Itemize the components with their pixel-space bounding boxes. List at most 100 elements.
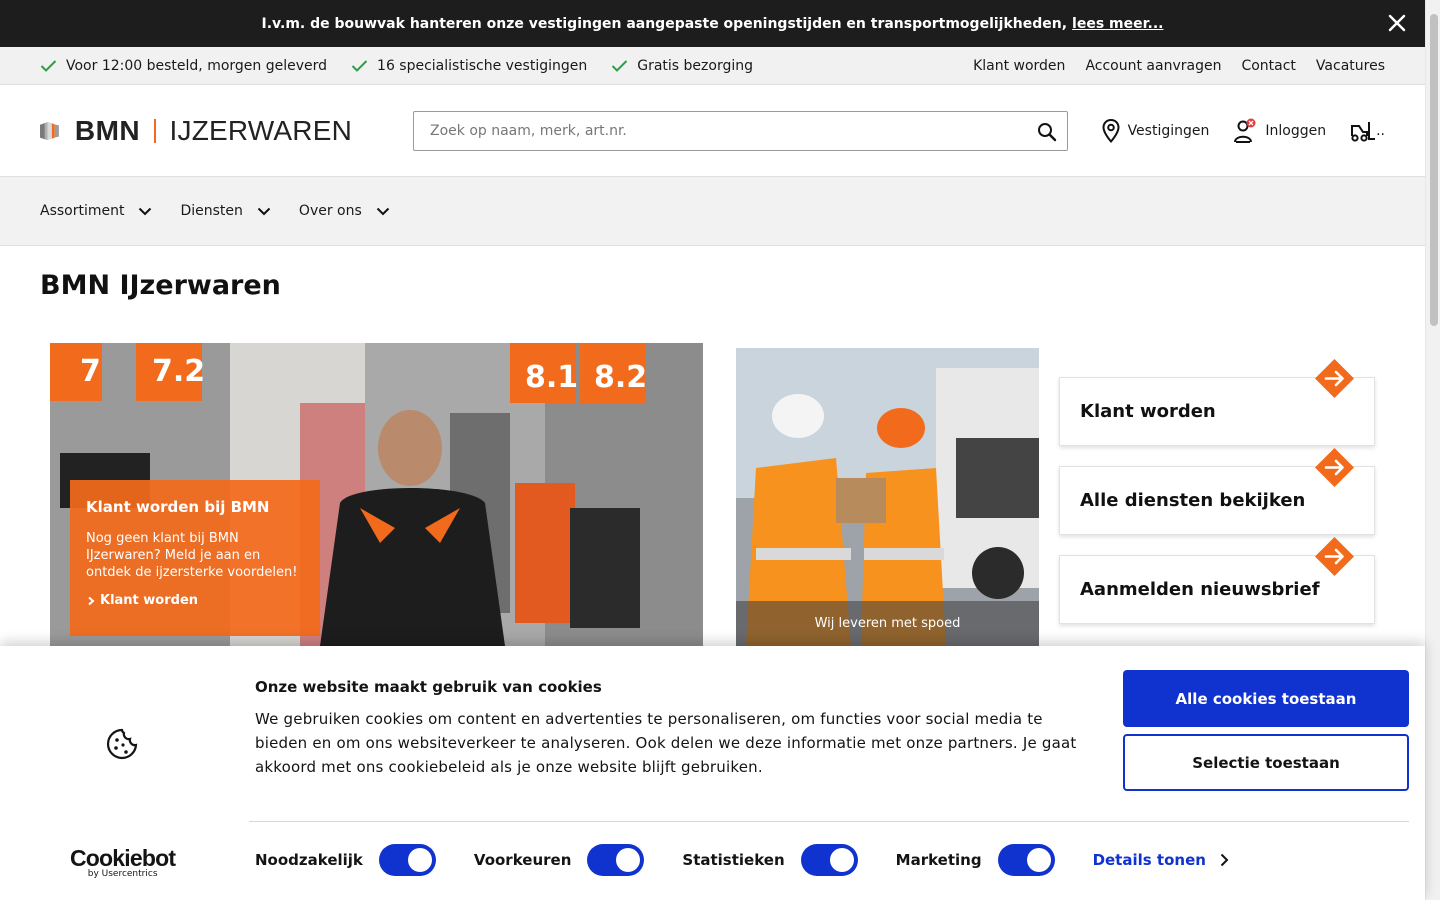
logo[interactable]: BMN IJZERWAREN <box>40 105 352 157</box>
card-klant-worden[interactable]: Klant worden <box>1059 359 1375 446</box>
chevron-right-icon <box>88 596 95 605</box>
toggle-marketing: Marketing <box>896 844 1055 876</box>
link-contact[interactable]: Contact <box>1241 58 1295 74</box>
usp-item: Voor 12:00 besteld, morgen geleverd <box>40 58 327 74</box>
nav-label: Assortiment <box>40 203 125 219</box>
main-navigation: Assortiment Diensten Over ons <box>0 176 1425 246</box>
toggle-switch[interactable] <box>997 844 1055 876</box>
allow-all-cookies-button[interactable]: Alle cookies toestaan <box>1123 670 1409 727</box>
header-actions: Vestigingen Inloggen .. <box>1102 118 1385 144</box>
toggle-label: Statistieken <box>682 851 785 869</box>
details-label: Details tonen <box>1092 851 1206 869</box>
usp-item: 16 specialistische vestigingen <box>351 58 587 74</box>
scrollbar-thumb[interactable] <box>1430 14 1438 326</box>
toggle-switch[interactable] <box>800 844 858 876</box>
logo-bmn-text: BMN <box>74 114 141 146</box>
announcement-text: I.v.m. de bouwvak hanteren onze vestigin… <box>261 15 1068 32</box>
card-alle-diensten[interactable]: Alle diensten bekijken <box>1059 448 1375 535</box>
cookie-divider <box>249 821 1409 822</box>
scrollbar[interactable] <box>1425 0 1440 900</box>
cookie-banner: Onze website maakt gebruik van cookies W… <box>0 646 1425 900</box>
arrow-right-icon <box>1315 359 1354 398</box>
chevron-down-icon <box>139 207 152 215</box>
cookie-icon <box>106 728 138 760</box>
shelf-label: 7.2 <box>152 354 205 389</box>
link-account-aanvragen[interactable]: Account aanvragen <box>1085 58 1221 74</box>
toggle-knob <box>407 848 432 872</box>
toggle-switch[interactable] <box>378 844 436 876</box>
link-klant-worden[interactable]: Klant worden <box>973 58 1065 74</box>
site-header: BMN IJZERWAREN Vestigingen Inloggen .. <box>0 85 1425 176</box>
search-input[interactable] <box>430 122 1051 139</box>
promo-box: Klant worden bij BMN Nog geen klant bij … <box>70 480 320 636</box>
promo-link-label: Klant worden <box>100 593 199 608</box>
photo-caption: Wij leveren met spoed <box>736 601 1039 646</box>
promo-title: Klant worden bij BMN <box>86 498 270 516</box>
card-label: Klant worden <box>1080 401 1216 422</box>
announcement-read-more-link[interactable]: lees meer... <box>1072 16 1163 32</box>
check-icon <box>40 59 57 72</box>
close-icon[interactable] <box>1386 12 1408 34</box>
allow-selection-button[interactable]: Selectie toestaan <box>1123 734 1409 791</box>
chevron-right-icon <box>1220 853 1229 867</box>
logo-mark-icon <box>40 121 59 140</box>
arrow-right-icon <box>1315 537 1354 576</box>
login-link[interactable]: Inloggen <box>1233 118 1326 144</box>
toggle-label: Voorkeuren <box>473 851 572 869</box>
details-toggle-link[interactable]: Details tonen <box>1093 851 1229 869</box>
top-links: Klant worden Account aanvragen Contact V… <box>953 58 1385 74</box>
arrow-right-icon <box>1315 448 1354 487</box>
cookiebot-brand: Cookiebot <box>70 845 176 871</box>
nav-label: Diensten <box>180 203 243 219</box>
card-label: Alle diensten bekijken <box>1080 490 1306 511</box>
login-label: Inloggen <box>1265 122 1327 139</box>
usp-label: 16 specialistische vestigingen <box>377 57 588 74</box>
stores-label: Vestigingen <box>1127 122 1210 139</box>
delivery-photo-card[interactable]: Wij leveren met spoed <box>736 348 1039 646</box>
search-icon[interactable] <box>1037 122 1057 142</box>
announcement-bar: I.v.m. de bouwvak hanteren onze vestigin… <box>0 0 1425 47</box>
promo-link[interactable]: Klant worden <box>86 593 304 608</box>
toggle-voorkeuren: Voorkeuren <box>473 844 645 876</box>
usp-bar: Voor 12:00 besteld, morgen geleverd 16 s… <box>0 47 1425 85</box>
chevron-down-icon <box>376 207 389 215</box>
hero-banner[interactable]: 7 7.2 8.1 8.2 Klant worden bij BMN Nog g… <box>50 343 703 646</box>
logo-divider <box>154 118 156 143</box>
toggle-switch[interactable] <box>587 844 645 876</box>
location-pin-icon <box>1102 118 1120 143</box>
toggle-label: Noodzakelijk <box>255 851 363 869</box>
promo-text: Nog geen klant bij BMN IJzerwaren? Meld … <box>86 531 298 580</box>
card-label: Aanmelden nieuwsbrief <box>1080 579 1320 600</box>
shelf-label: 8.2 <box>594 360 647 395</box>
page-title: BMN IJzerwaren <box>40 270 281 301</box>
cart-button[interactable]: .. <box>1350 120 1385 142</box>
cart-label: .. <box>1376 122 1385 139</box>
cookiebot-logo[interactable]: Cookiebot by Usercentrics <box>70 845 176 879</box>
toggle-knob <box>829 848 854 872</box>
toggle-knob <box>616 848 641 872</box>
toggle-noodzakelijk: Noodzakelijk <box>255 844 436 876</box>
user-icon <box>1234 118 1256 143</box>
forklift-cart-icon <box>1351 121 1376 142</box>
search-box <box>413 110 1068 151</box>
cookie-title: Onze website maakt gebruik van cookies <box>255 678 602 696</box>
nav-assortiment[interactable]: Assortiment <box>40 203 152 219</box>
cookie-toggles: Noodzakelijk Voorkeuren Statistieken Mar… <box>255 844 1229 876</box>
toggle-statistieken: Statistieken <box>682 844 858 876</box>
link-vacatures[interactable]: Vacatures <box>1316 58 1385 74</box>
card-nieuwsbrief[interactable]: Aanmelden nieuwsbrief <box>1059 537 1375 624</box>
chevron-down-icon <box>257 207 271 215</box>
nav-label: Over ons <box>298 203 362 219</box>
stores-link[interactable]: Vestigingen <box>1102 118 1210 143</box>
nav-diensten[interactable]: Diensten <box>180 203 271 219</box>
check-icon <box>612 59 628 72</box>
nav-over-ons[interactable]: Over ons <box>299 203 390 219</box>
cookie-text: We gebruiken cookies om content en adver… <box>255 710 1077 776</box>
usp-item: Gratis bezorging <box>611 58 753 74</box>
shelf-label: 7 <box>80 354 101 389</box>
usp-label: Gratis bezorging <box>637 57 754 74</box>
usp-label: Voor 12:00 besteld, morgen geleverd <box>66 57 328 74</box>
logo-ijzerwaren-text: IJZERWAREN <box>169 114 352 146</box>
toggle-knob <box>1026 848 1051 872</box>
shelf-label: 8.1 <box>525 360 578 395</box>
